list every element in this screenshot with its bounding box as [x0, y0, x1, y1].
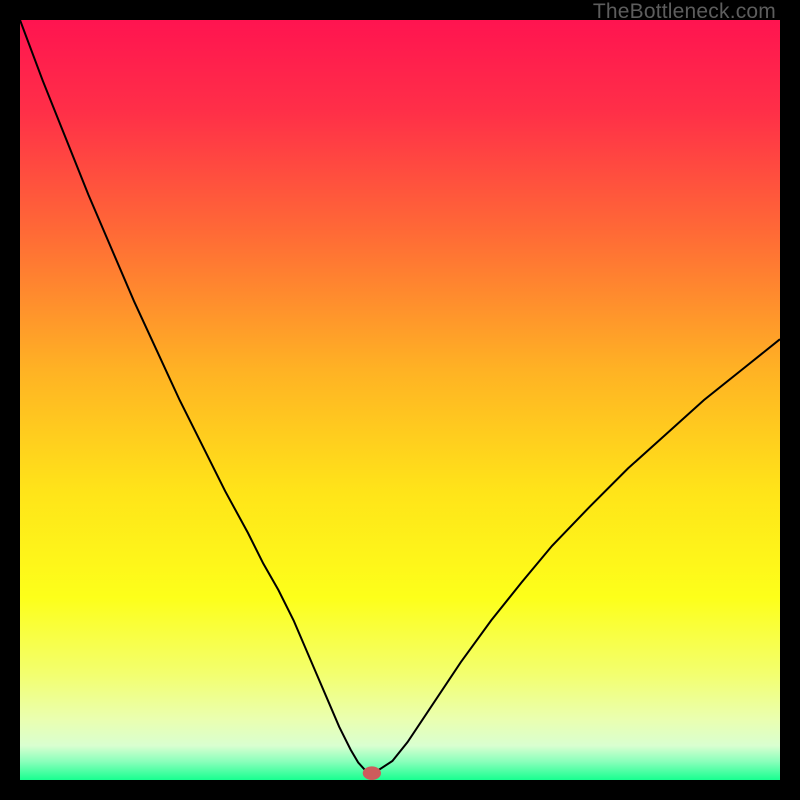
- chart-svg: [20, 20, 780, 780]
- optimal-point-marker: [363, 766, 381, 780]
- plot-area: [20, 20, 780, 780]
- chart-frame: TheBottleneck.com: [0, 0, 800, 800]
- chart-background: [20, 20, 780, 780]
- watermark-text: TheBottleneck.com: [593, 0, 776, 24]
